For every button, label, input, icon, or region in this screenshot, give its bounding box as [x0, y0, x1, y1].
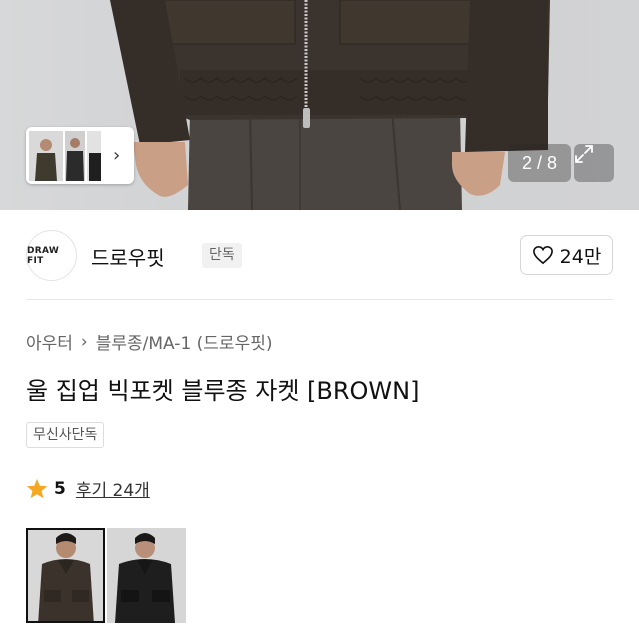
like-button[interactable]: 24만	[520, 235, 613, 275]
gallery-mini-thumbnails	[29, 130, 101, 181]
gallery-thumbnail-strip[interactable]: ›	[26, 127, 134, 184]
expand-icon	[575, 145, 593, 163]
variant-black-photo	[107, 528, 186, 623]
rating-row: 5 후기 24개	[26, 476, 150, 501]
breadcrumb-category[interactable]: 아우터	[26, 329, 73, 354]
brand-logo[interactable]: DRAW FIT	[26, 230, 77, 281]
color-variant-black[interactable]	[107, 528, 186, 623]
expand-image-button[interactable]	[574, 144, 614, 182]
variant-brown-photo	[28, 530, 103, 621]
divider	[26, 299, 613, 300]
exclusive-tag: 무신사단독	[26, 422, 105, 448]
reviews-link[interactable]: 후기 24개	[76, 476, 150, 501]
image-counter: 2 / 8	[508, 144, 571, 182]
brand-name[interactable]: 드로우핏	[91, 242, 165, 271]
like-count: 24만	[559, 245, 602, 268]
color-variant-brown[interactable]	[26, 528, 105, 623]
star-icon	[26, 478, 48, 499]
breadcrumb: 아우터 › 블루종/MA-1 (드로우핏)	[26, 329, 273, 355]
brand-row: DRAW FIT 드로우핏 단독 24만	[26, 230, 613, 282]
product-title: 울 집업 빅포켓 블루종 자켓 [BROWN]	[26, 377, 420, 405]
product-main-image[interactable]: › 2 / 8	[0, 0, 639, 210]
breadcrumb-subcategory[interactable]: 블루종/MA-1 (드로우핏)	[96, 329, 273, 354]
chevron-right-icon: ›	[80, 331, 88, 352]
heart-icon	[532, 245, 553, 265]
brand-exclusive-badge: 단독	[202, 243, 242, 268]
chevron-right-icon[interactable]: ›	[113, 145, 120, 166]
rating-score: 5	[54, 478, 66, 499]
brand-logo-text: DRAW FIT	[27, 245, 60, 266]
